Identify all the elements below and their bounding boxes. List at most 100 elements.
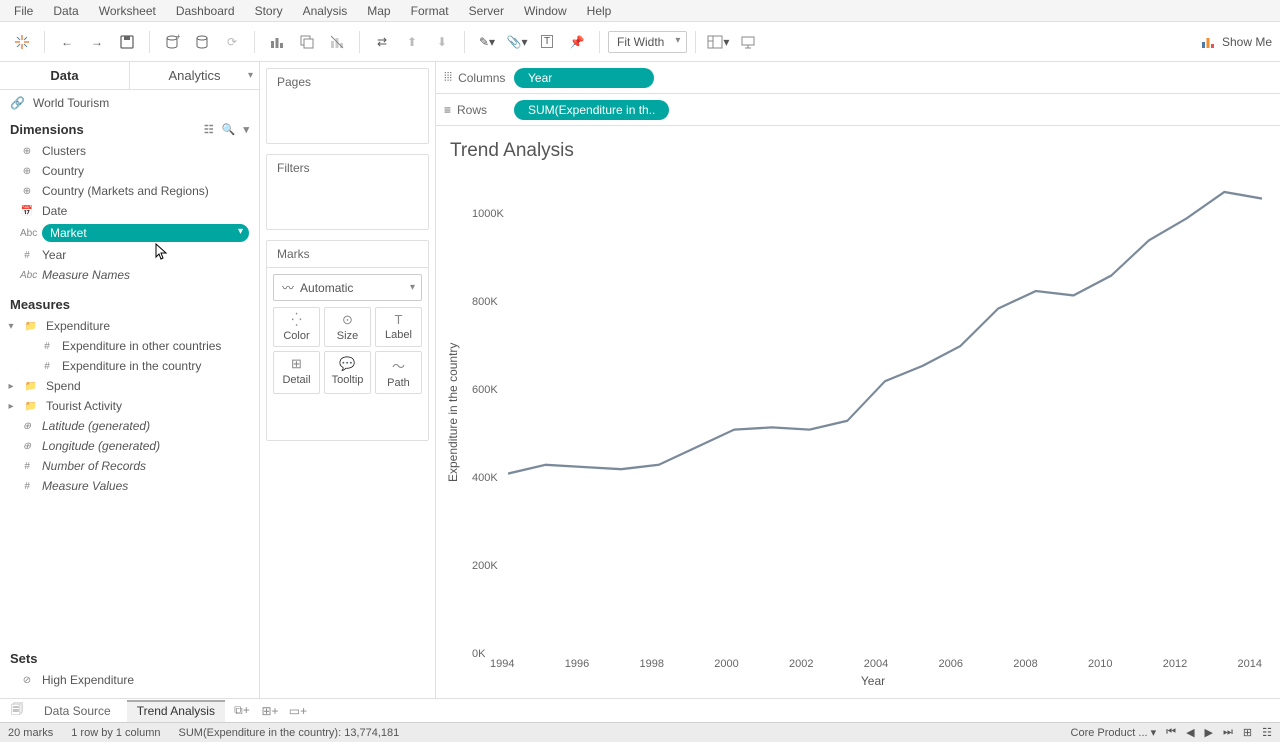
marks-path[interactable]: 〜Path	[375, 351, 422, 394]
measure-longitude-generated-[interactable]: ⊕Longitude (generated)	[0, 436, 259, 456]
label-icon[interactable]: T	[533, 28, 561, 56]
expand-icon[interactable]: ▸	[6, 401, 16, 412]
marks-label[interactable]: TLabel	[375, 307, 422, 347]
measure-number-of-records[interactable]: #Number of Records	[0, 456, 259, 476]
show-me-button[interactable]: Show Me	[1200, 34, 1272, 50]
menu-worksheet[interactable]: Worksheet	[89, 1, 166, 21]
field-label: Longitude (generated)	[42, 439, 160, 453]
marks-size[interactable]: ⊙Size	[324, 307, 371, 347]
measure-latitude-generated-[interactable]: ⊕Latitude (generated)	[0, 416, 259, 436]
columns-shelf[interactable]: ⦙⦙⦙Columns Year	[436, 62, 1280, 94]
tab-data[interactable]: Data	[0, 62, 129, 89]
menu-data[interactable]: Data	[43, 1, 88, 21]
refresh-icon[interactable]: ⟳	[218, 28, 246, 56]
chart-title[interactable]: Trend Analysis	[450, 140, 1262, 162]
swap-icon[interactable]: ⇄	[368, 28, 396, 56]
field-label: Number of Records	[42, 459, 146, 473]
clear-icon[interactable]	[323, 28, 351, 56]
dimension-country[interactable]: ⊕Country	[0, 161, 259, 181]
menu-format[interactable]: Format	[401, 1, 459, 21]
dimension-clusters[interactable]: ⊕Clusters	[0, 141, 259, 161]
menu-help[interactable]: Help	[577, 1, 622, 21]
marks-tooltip[interactable]: 💬Tooltip	[324, 351, 371, 394]
search-icon[interactable]: 🔍	[222, 123, 236, 136]
rows-pill[interactable]: SUM(Expenditure in th..	[514, 100, 669, 120]
status-product[interactable]: Core Product ... ▾	[1071, 726, 1157, 739]
field-label: Measure Values	[42, 479, 128, 493]
save-icon[interactable]	[113, 28, 141, 56]
measure-spend[interactable]: ▸📁Spend	[0, 376, 259, 396]
new-datasource-icon[interactable]: +	[158, 28, 186, 56]
measure-tourist-activity[interactable]: ▸📁Tourist Activity	[0, 396, 259, 416]
new-dashboard-tab-icon[interactable]: ⊞+	[259, 704, 281, 718]
rows-shelf[interactable]: ≡Rows SUM(Expenditure in th..	[436, 94, 1280, 126]
columns-pill[interactable]: Year	[514, 68, 654, 88]
nav-next-icon[interactable]: ▶	[1205, 726, 1213, 739]
field-type-icon: ⊕	[20, 421, 34, 432]
field-label: Expenditure in other countries	[62, 339, 221, 353]
measure-measure-values[interactable]: #Measure Values	[0, 476, 259, 496]
menu-server[interactable]: Server	[459, 1, 514, 21]
filters-card[interactable]: Filters	[266, 154, 429, 230]
menu-dashboard[interactable]: Dashboard	[166, 1, 245, 21]
nav-last-icon[interactable]: ⏭	[1223, 726, 1233, 739]
mark-type-dropdown[interactable]: 〰 Automatic	[273, 274, 422, 301]
redo-icon[interactable]: →	[83, 28, 111, 56]
field-label: Clusters	[42, 144, 86, 158]
line-icon: 〰	[282, 279, 294, 296]
set-high-expenditure[interactable]: ⊘High Expenditure	[0, 670, 259, 690]
dimension-date[interactable]: 📅Date	[0, 201, 259, 221]
dimension-year[interactable]: #Year	[0, 245, 259, 265]
field-label: Date	[42, 204, 67, 218]
measure-expenditure[interactable]: ▾📁Expenditure	[0, 316, 259, 336]
datasource-tab-icon[interactable]: 🗐	[6, 700, 28, 721]
size-icon: ⊙	[327, 312, 368, 328]
chart-plot[interactable]: 0K200K400K600K800K1000K	[462, 170, 1262, 654]
dimension-market[interactable]: AbcMarket	[0, 221, 259, 245]
duplicate-icon[interactable]	[293, 28, 321, 56]
field-type-icon: ⊕	[20, 186, 34, 197]
pause-icon[interactable]	[188, 28, 216, 56]
expand-icon[interactable]: ▾	[6, 321, 16, 332]
dimension-country-markets-and-regions-[interactable]: ⊕Country (Markets and Regions)	[0, 181, 259, 201]
presentation-icon[interactable]	[734, 28, 762, 56]
marks-detail[interactable]: ⊞Detail	[273, 351, 320, 394]
new-worksheet-icon[interactable]	[263, 28, 291, 56]
new-story-tab-icon[interactable]: ▭+	[287, 704, 309, 718]
field-type-icon: Abc	[20, 270, 34, 281]
menu-analysis[interactable]: Analysis	[293, 1, 358, 21]
marks-color[interactable]: ⁛Color	[273, 307, 320, 347]
menu-dropdown-icon[interactable]: ▾	[243, 123, 249, 136]
menu-window[interactable]: Window	[514, 1, 577, 21]
measure-expenditure-in-the-country[interactable]: #Expenditure in the country	[0, 356, 259, 376]
nav-prev-icon[interactable]: ◀	[1186, 726, 1194, 739]
fit-dropdown[interactable]: Fit Width	[608, 31, 687, 53]
expand-icon[interactable]: ▸	[6, 381, 16, 392]
tab-analytics[interactable]: Analytics▾	[129, 62, 259, 89]
tab-datasource[interactable]: Data Source	[34, 700, 121, 722]
menu-story[interactable]: Story	[245, 1, 293, 21]
undo-icon[interactable]: ←	[53, 28, 81, 56]
nav-first-icon[interactable]: ⏮	[1166, 726, 1176, 739]
rows-label: Rows	[457, 103, 487, 117]
pages-card[interactable]: Pages	[266, 68, 429, 144]
new-worksheet-tab-icon[interactable]: ⧉+	[231, 703, 253, 718]
sort-desc-icon[interactable]: ⬇	[428, 28, 456, 56]
view-list-icon[interactable]: ☷	[204, 123, 214, 136]
group-icon[interactable]: 📎▾	[503, 28, 531, 56]
datasource-row[interactable]: 🔗 World Tourism	[0, 90, 259, 116]
measure-expenditure-in-other-countries[interactable]: #Expenditure in other countries	[0, 336, 259, 356]
x-tick: 2004	[864, 658, 888, 670]
filmstrip-icon[interactable]: ⊞	[1243, 726, 1252, 739]
highlight-icon[interactable]: ✎▾	[473, 28, 501, 56]
menu-file[interactable]: File	[4, 1, 43, 21]
tableau-logo-icon[interactable]	[8, 28, 36, 56]
menu-map[interactable]: Map	[357, 1, 400, 21]
pin-icon[interactable]: 📌	[563, 28, 591, 56]
chart-area: Trend Analysis Expenditure in the countr…	[436, 126, 1280, 698]
tab-sheet-current[interactable]: Trend Analysis	[127, 700, 225, 722]
sheetview-icon[interactable]: ☷	[1262, 726, 1272, 739]
cards-icon[interactable]: ▾	[704, 28, 732, 56]
dimension-measure-names[interactable]: AbcMeasure Names	[0, 265, 259, 285]
sort-asc-icon[interactable]: ⬆	[398, 28, 426, 56]
